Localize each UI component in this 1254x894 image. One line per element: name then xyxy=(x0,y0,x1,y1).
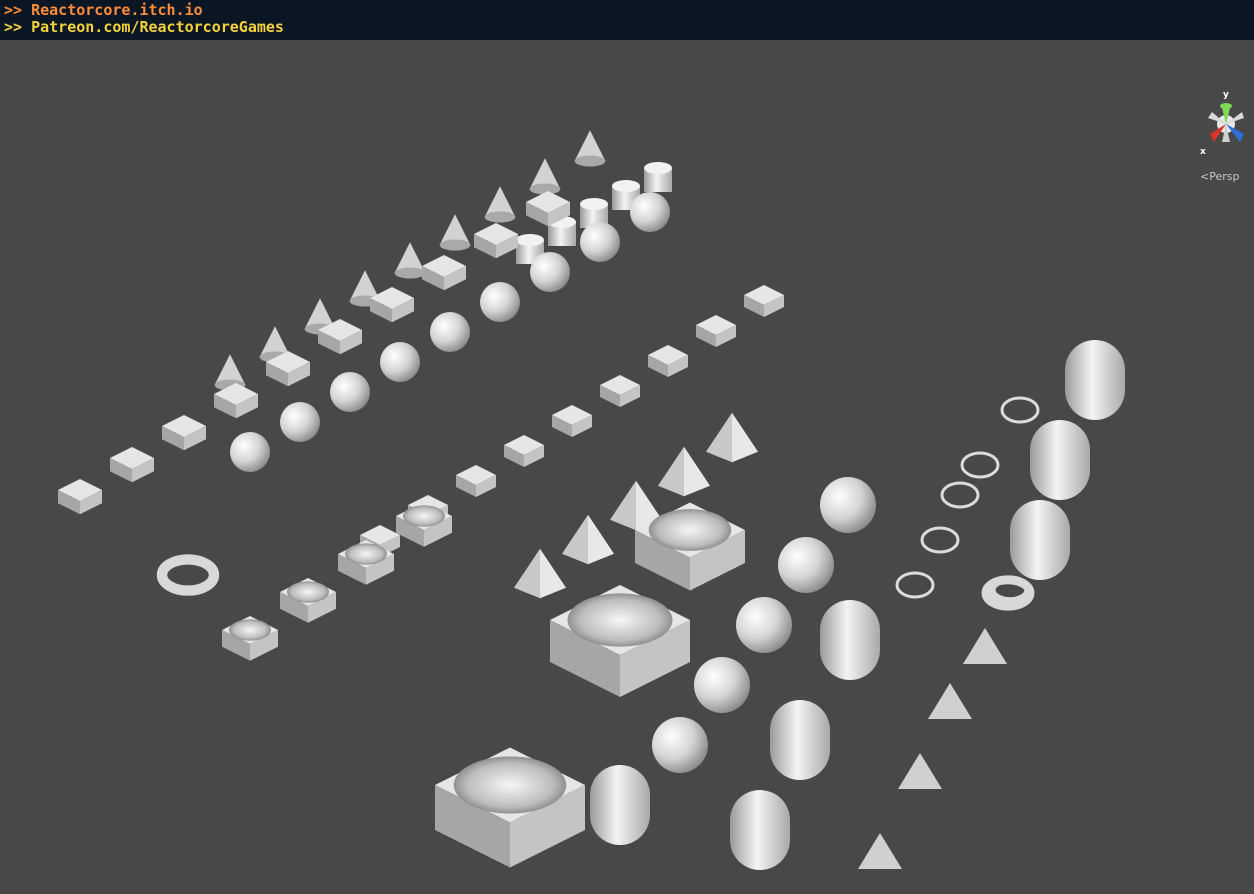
pipe-shape xyxy=(730,790,790,870)
cube-shape xyxy=(552,405,592,437)
pipe-shape xyxy=(590,765,650,845)
cylinder-top xyxy=(612,180,640,192)
itch-link[interactable]: >> Reactorcore.itch.io xyxy=(4,2,1254,19)
pyramid-shape xyxy=(706,412,732,463)
pyramid-face xyxy=(684,446,710,497)
cone-base xyxy=(484,211,516,223)
ring-shape xyxy=(960,451,1000,479)
bowl-cavity xyxy=(453,756,567,814)
cube-shape xyxy=(370,287,414,323)
cube-shape xyxy=(474,223,518,259)
sphere-shape xyxy=(778,537,834,593)
pipe-shape xyxy=(1010,500,1070,580)
cube-shape xyxy=(422,255,466,291)
cube-shape xyxy=(696,315,736,347)
pyramid-shape xyxy=(562,514,588,565)
ring-shape xyxy=(1000,396,1040,424)
cube-shape xyxy=(648,345,688,377)
sphere-shape xyxy=(694,657,750,713)
sphere-shape xyxy=(430,312,470,352)
projection-label[interactable]: <Persp xyxy=(1200,170,1239,183)
pipe-shape xyxy=(820,600,880,680)
sphere-shape xyxy=(652,717,708,773)
sphere-shape xyxy=(820,477,876,533)
pyramid-shape xyxy=(658,446,684,497)
scene-viewport[interactable]: y x <Persp xyxy=(0,40,1254,894)
gizmo-x-label: x xyxy=(1200,147,1206,157)
cone-base xyxy=(394,267,426,279)
cube-shape xyxy=(744,285,784,317)
cylinder-top xyxy=(644,162,672,174)
bowl-cavity xyxy=(287,581,329,603)
sphere-shape xyxy=(580,222,620,262)
orientation-gizmo[interactable]: y x xyxy=(1196,84,1254,160)
pyramid-face xyxy=(588,514,614,565)
sphere-shape xyxy=(230,432,270,472)
pyramid-face xyxy=(540,548,566,599)
cube-shape xyxy=(110,447,154,483)
triangle-shape xyxy=(928,683,972,719)
projection-text: Persp xyxy=(1209,170,1240,183)
sphere-shape xyxy=(480,282,520,322)
triangle-shape xyxy=(898,753,942,789)
bowl-cavity xyxy=(403,505,445,527)
torus-shape xyxy=(156,554,220,596)
pipe-shape xyxy=(770,700,830,780)
triangle-shape xyxy=(858,833,902,869)
bowl-cavity xyxy=(229,619,271,641)
sphere-shape xyxy=(330,372,370,412)
sphere-shape xyxy=(630,192,670,232)
cube-shape xyxy=(456,465,496,497)
ring-shape xyxy=(920,526,960,554)
triangle-shape xyxy=(963,628,1007,664)
bowl-cavity xyxy=(345,543,387,565)
cube-shape xyxy=(162,415,206,451)
bowl-cavity xyxy=(567,593,673,647)
gizmo-y-label: y xyxy=(1223,90,1229,100)
pyramid-face xyxy=(732,412,758,463)
pipe-shape xyxy=(1065,340,1125,420)
cylinder-top xyxy=(516,234,544,246)
sphere-shape xyxy=(736,597,792,653)
cone-base xyxy=(439,239,471,251)
bowl-cavity xyxy=(648,509,732,551)
sphere-shape xyxy=(530,252,570,292)
cube-shape xyxy=(600,375,640,407)
cone-base xyxy=(574,155,606,167)
cube-shape xyxy=(504,435,544,467)
sphere-shape xyxy=(380,342,420,382)
cube-shape xyxy=(58,479,102,515)
pyramid-shape xyxy=(610,480,636,531)
cylinder-top xyxy=(580,198,608,210)
pipe-shape xyxy=(1030,420,1090,500)
ring-shape xyxy=(895,571,935,599)
sphere-shape xyxy=(280,402,320,442)
promo-banner: >> Reactorcore.itch.io >> Patreon.com/Re… xyxy=(0,0,1254,40)
pyramid-shape xyxy=(514,548,540,599)
primitive-shapes-scene xyxy=(58,130,1125,870)
patreon-link[interactable]: >> Patreon.com/ReactorcoreGames xyxy=(4,19,1254,36)
ring-shape xyxy=(940,481,980,509)
